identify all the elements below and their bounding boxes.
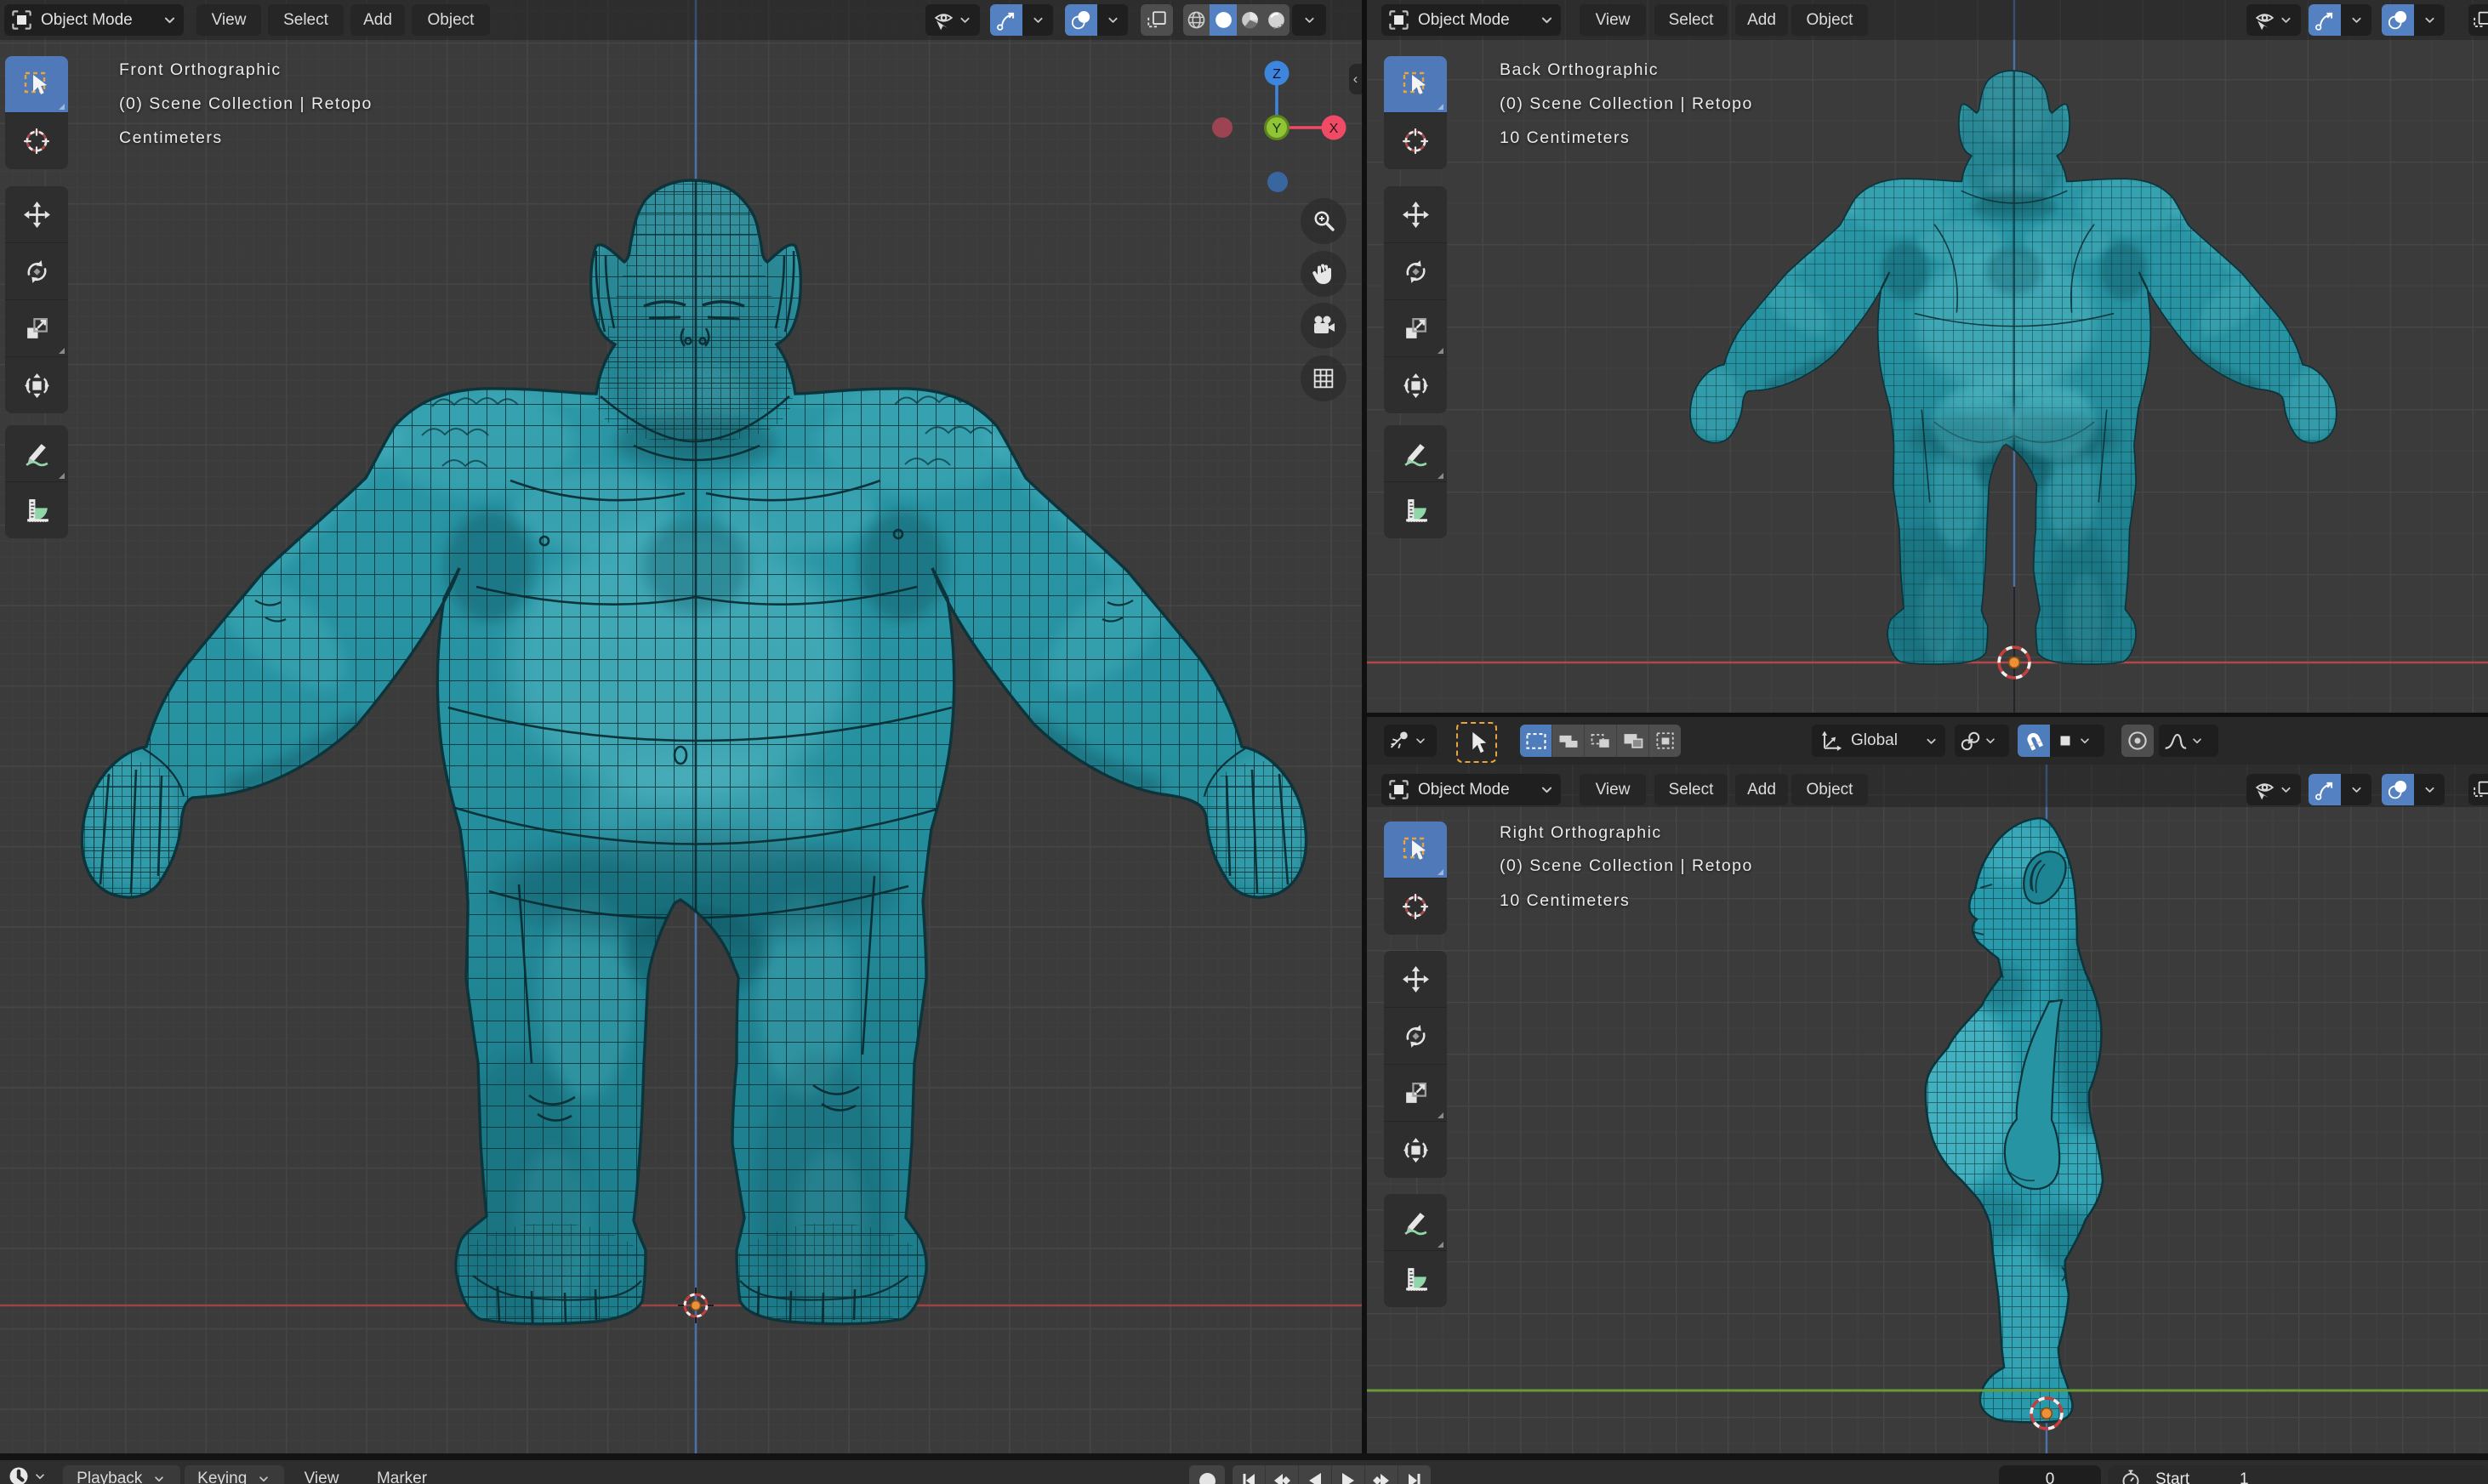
svg-text:Z: Z bbox=[1272, 67, 1281, 82]
svg-text:Y: Y bbox=[1272, 122, 1282, 136]
svg-text:X: X bbox=[1329, 122, 1339, 136]
